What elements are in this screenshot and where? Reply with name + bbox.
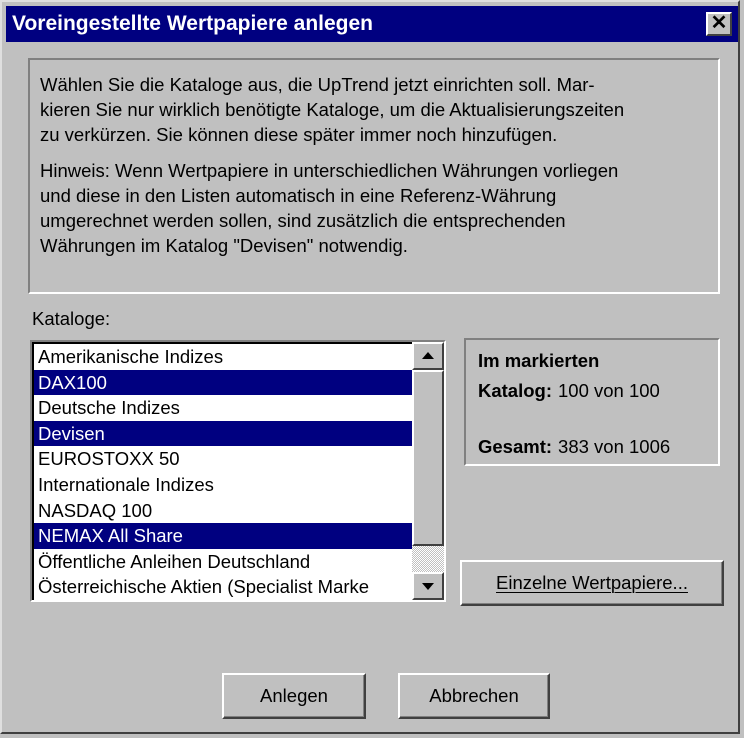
catalog-list: Amerikanische Indizes DAX100 Deutsche In…: [32, 342, 412, 600]
dialog-window: Voreingestellte Wertpapiere anlegen ✕ Wä…: [0, 0, 740, 734]
scroll-down-button[interactable]: [412, 572, 444, 600]
list-scrollbar[interactable]: [412, 342, 444, 600]
scroll-thumb[interactable]: [412, 370, 444, 546]
arrow-up-icon: [422, 352, 434, 359]
katalog-label: Katalog:: [478, 380, 552, 401]
einzelne-wertpapiere-button[interactable]: Einzelne Wertpapiere...: [460, 560, 724, 606]
info-box: Wählen Sie die Kataloge aus, die UpTrend…: [28, 58, 720, 294]
window-title: Voreingestellte Wertpapiere anlegen: [12, 12, 373, 35]
gesamt-value: 383 von 1006: [558, 436, 671, 457]
stats-gesamt-row: Gesamt: 383 von 1006: [478, 436, 670, 458]
anlegen-label: Anlegen: [260, 685, 328, 706]
close-icon: ✕: [710, 12, 728, 34]
title-bar: Voreingestellte Wertpapiere anlegen ✕: [6, 6, 738, 42]
stats-heading: Im markierten: [478, 350, 600, 371]
katalog-value: 100 von 100: [558, 380, 660, 401]
abbrechen-button[interactable]: Abbrechen: [398, 673, 550, 719]
list-item[interactable]: Amerikanische Indizes: [34, 344, 412, 370]
list-item[interactable]: NASDAQ 100: [34, 498, 412, 524]
stats-box: Im markierten Katalog: 100 von 100 Gesamt…: [464, 338, 720, 466]
catalog-listbox[interactable]: Amerikanische Indizes DAX100 Deutsche In…: [30, 340, 446, 602]
list-item[interactable]: Österreichische Aktien (Specialist Marke: [34, 574, 412, 600]
stats-katalog-row: Katalog: 100 von 100: [478, 380, 660, 402]
catalogs-label: Kataloge:: [32, 308, 111, 329]
info-paragraph-2: Hinweis: Wenn Wertpapiere in unterschied…: [40, 160, 619, 256]
list-item[interactable]: Devisen: [34, 420, 412, 447]
scroll-up-button[interactable]: [412, 342, 444, 370]
list-item[interactable]: EUROSTOXX 50: [34, 446, 412, 472]
info-paragraph-1: Wählen Sie die Kataloge aus, die UpTrend…: [40, 74, 625, 145]
gesamt-label: Gesamt:: [478, 436, 553, 457]
abbrechen-label: Abbrechen: [429, 685, 519, 706]
arrow-down-icon: [422, 583, 434, 590]
list-item[interactable]: DAX100: [34, 369, 412, 396]
anlegen-button[interactable]: Anlegen: [222, 673, 366, 719]
list-item[interactable]: Öffentliche Anleihen Deutschland: [34, 549, 412, 575]
list-item[interactable]: NEMAX All Share: [34, 523, 412, 549]
einzelne-wertpapiere-label: Einzelne Wertpapiere...: [496, 572, 688, 593]
close-button[interactable]: ✕: [706, 12, 732, 36]
list-item[interactable]: Deutsche Indizes: [34, 395, 412, 421]
list-item[interactable]: Internationale Indizes: [34, 472, 412, 498]
